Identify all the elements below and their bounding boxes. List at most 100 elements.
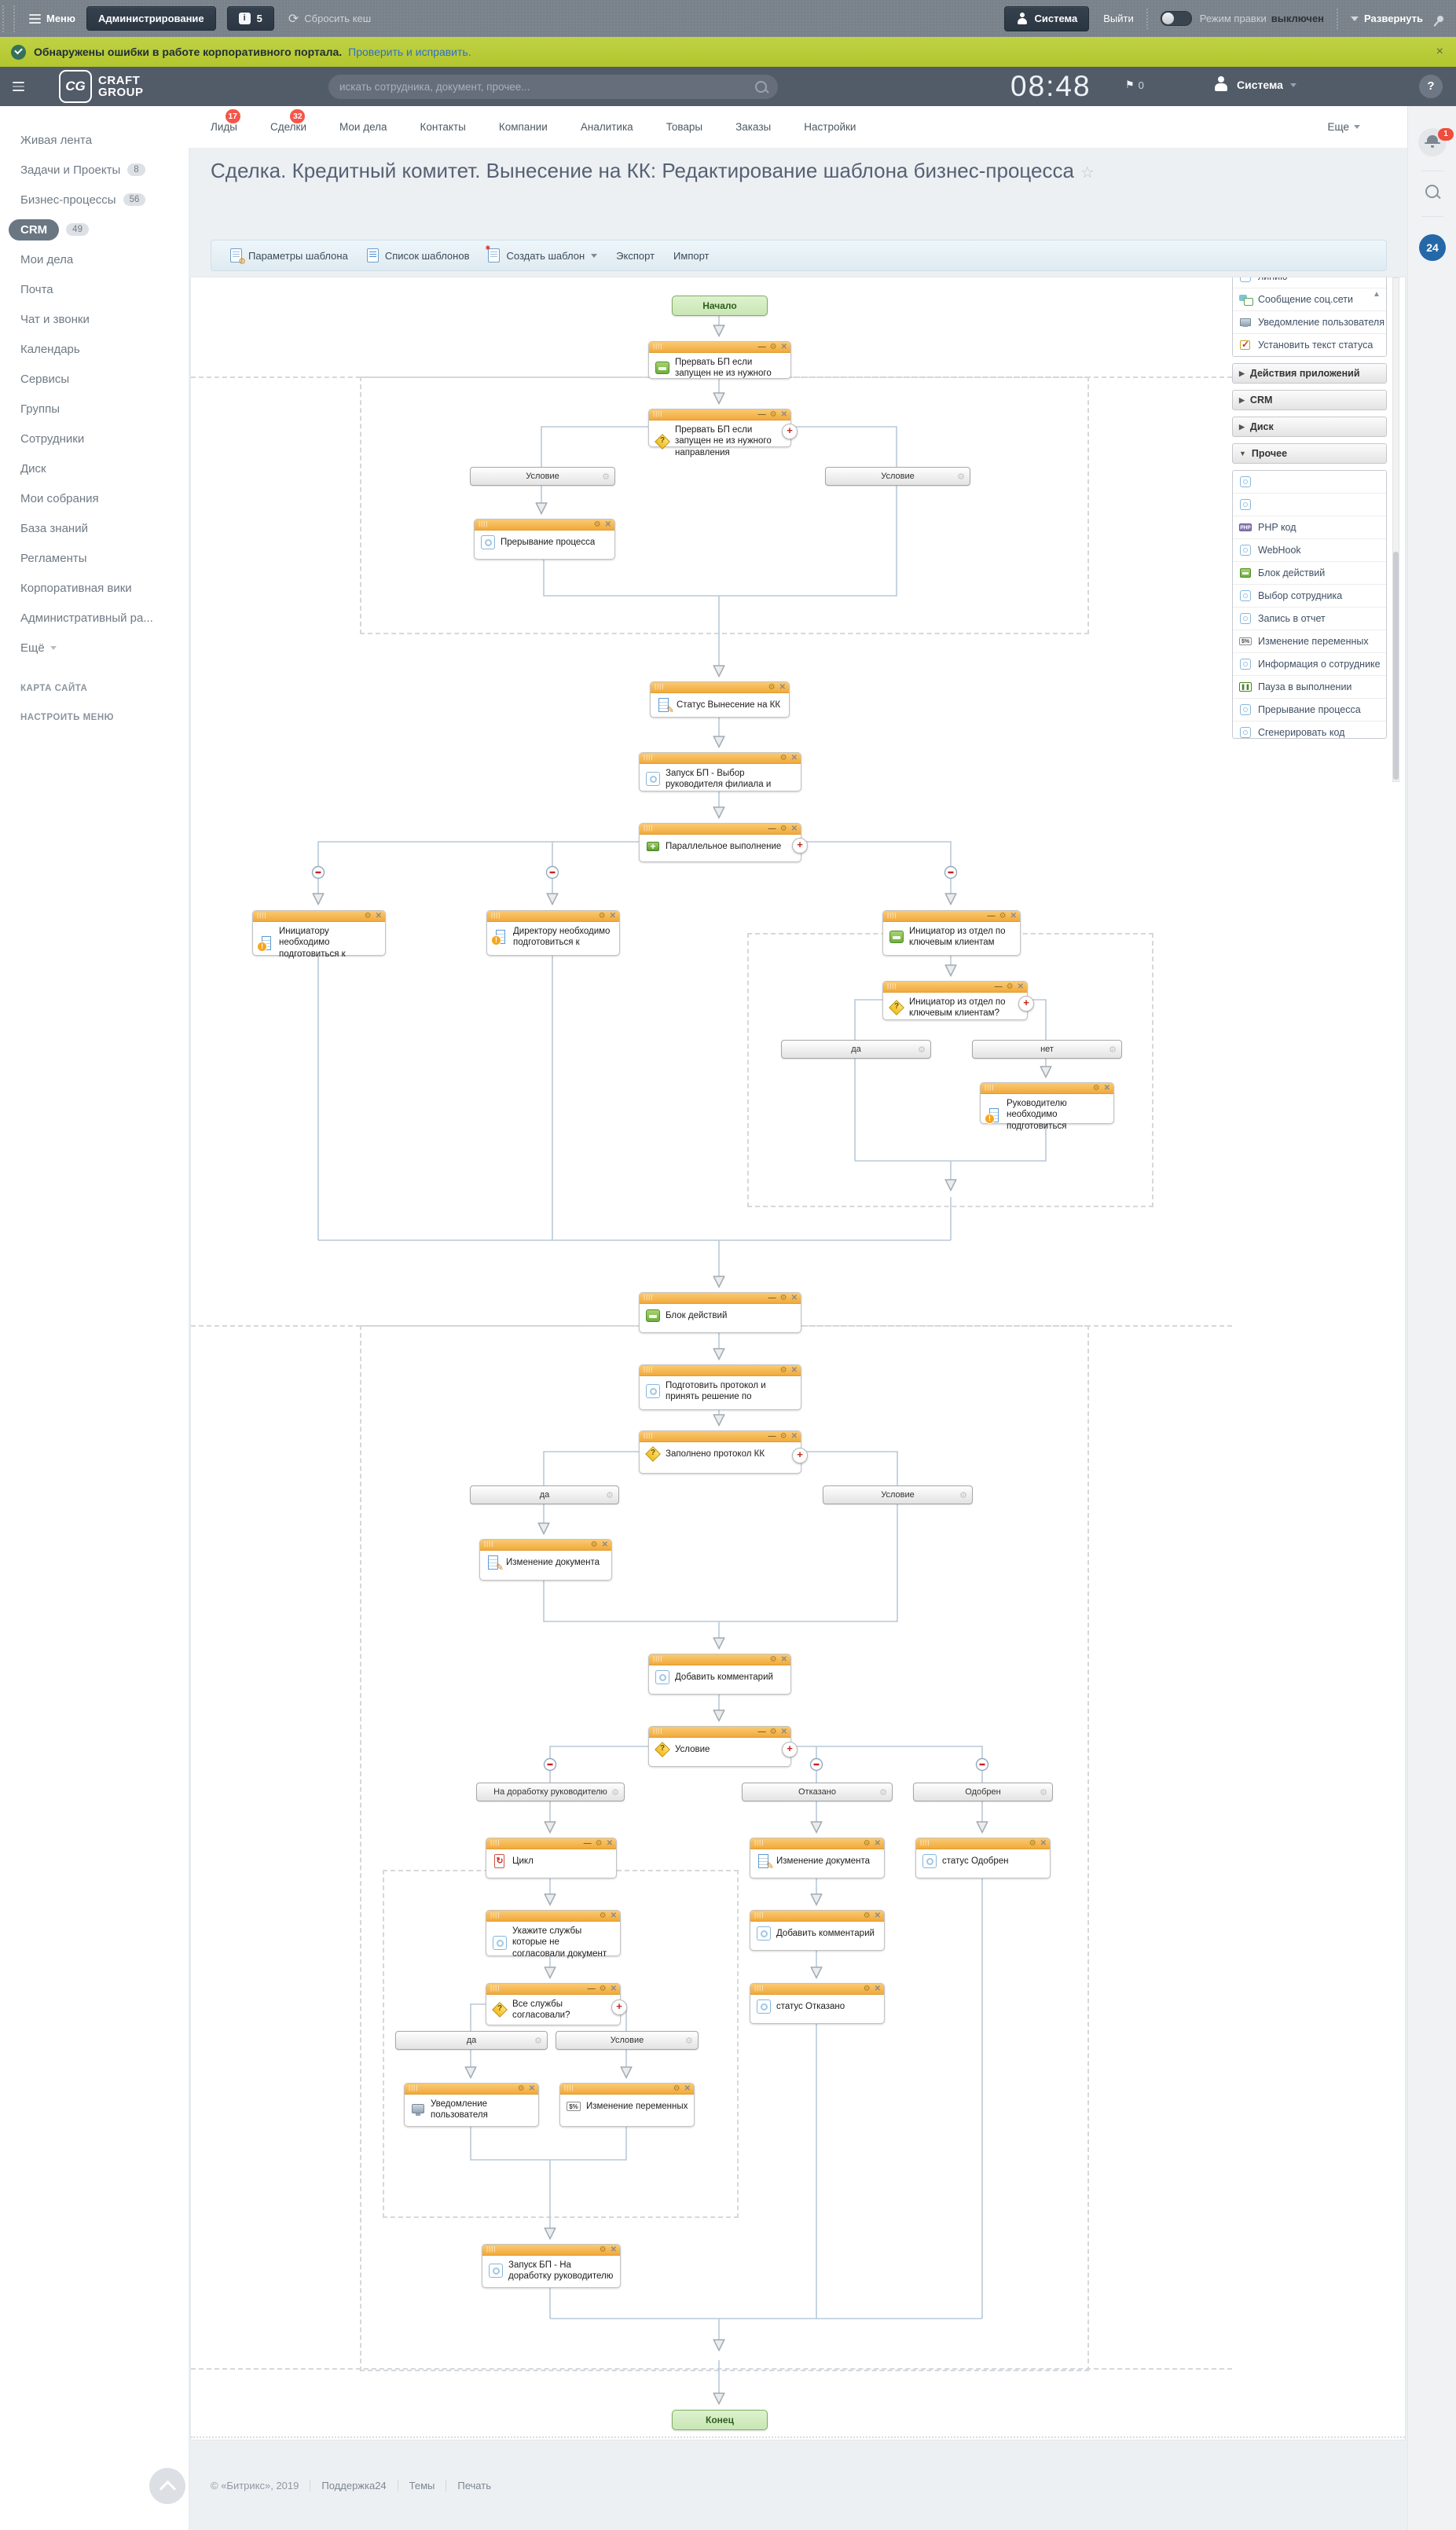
gear-icon[interactable]: ⚙ — [780, 753, 787, 763]
sidebar-item[interactable]: Группы — [0, 394, 189, 424]
branch-pill[interactable]: Условие⚙ — [556, 2031, 699, 2050]
reset-cache-button[interactable]: ⟳ Сбросить кеш — [288, 11, 371, 27]
close-icon[interactable]: ✕ — [1010, 911, 1017, 921]
nav-tab-1[interactable]: Лиды17 — [211, 121, 237, 133]
sidebar-link[interactable]: КАРТА САЙТА — [0, 674, 189, 703]
flow-node[interactable]: ||||—⚙✕Прервать БП если запущен не из ну… — [648, 409, 791, 447]
gear-icon[interactable]: ⚙ — [673, 2084, 680, 2094]
info-counter-button[interactable]: i 5 — [227, 6, 274, 31]
drag-handle-icon[interactable]: |||| — [257, 912, 266, 919]
nav-tab-9[interactable]: Настройки — [804, 121, 856, 133]
close-icon[interactable]: ✕ — [602, 1540, 608, 1550]
minimize-icon[interactable]: — — [768, 1293, 776, 1303]
flow-node[interactable]: ||||⚙✕Изменение документа — [479, 1539, 612, 1581]
work-clock[interactable]: 08:48 — [1010, 70, 1091, 103]
drag-handle-icon[interactable]: |||| — [484, 1540, 493, 1548]
close-icon[interactable]: ✕ — [781, 409, 787, 420]
gear-icon[interactable]: ⚙ — [1040, 1787, 1047, 1797]
gear-icon[interactable]: ⚙ — [918, 1045, 926, 1055]
palette-item[interactable]: Сгенерировать код — [1233, 721, 1386, 739]
branch-pill[interactable]: да⚙ — [395, 2031, 548, 2050]
gear-icon[interactable]: ⚙ — [365, 911, 372, 921]
drag-handle-icon[interactable]: |||| — [887, 912, 897, 919]
gear-icon[interactable]: ⚙ — [600, 1984, 607, 1994]
flow-node-terminal[interactable]: Начало — [672, 296, 768, 316]
gear-icon[interactable]: ⚙ — [685, 2036, 693, 2046]
flow-node[interactable]: ||||⚙✕статус Одобрен — [915, 1838, 1051, 1878]
close-icon[interactable]: × — [1436, 45, 1443, 59]
close-icon[interactable]: ✕ — [611, 1984, 617, 1994]
flow-node[interactable]: ||||⚙✕Прерывание процесса — [474, 519, 615, 560]
branch-pill[interactable]: да⚙ — [781, 1040, 931, 1059]
gear-icon[interactable]: ⚙ — [1029, 1838, 1036, 1849]
flow-node[interactable]: ||||⚙✕Статус Вынесение на КК — [650, 681, 790, 718]
edit-mode-toggle[interactable] — [1161, 11, 1192, 26]
sidebar-item[interactable]: Сотрудники — [0, 424, 189, 453]
drag-handle-icon[interactable]: |||| — [985, 1084, 994, 1091]
scrollbar-thumb[interactable] — [1393, 552, 1399, 780]
sidebar-item[interactable]: Почта — [0, 274, 189, 304]
sidebar-item[interactable]: Задачи и Проекты8 — [0, 155, 189, 185]
branch-pill[interactable]: нет⚙ — [972, 1040, 1122, 1059]
minimize-icon[interactable]: — — [758, 409, 766, 420]
flow-node[interactable]: ||||—⚙✕Инициатор из отдел по ключевым кл… — [882, 981, 1028, 1020]
flow-node[interactable]: ||||⚙✕Уведомление пользователя — [404, 2083, 539, 2127]
sidebar-item[interactable]: База знаний — [0, 513, 189, 543]
drag-handle-icon[interactable]: |||| — [754, 1985, 764, 1992]
close-icon[interactable]: ✕ — [1104, 1083, 1110, 1093]
minimize-icon[interactable]: — — [758, 342, 766, 352]
nav-tab-2[interactable]: Сделки32 — [270, 121, 306, 133]
gear-icon[interactable]: ⚙ — [959, 1490, 967, 1500]
close-icon[interactable]: ✕ — [605, 520, 611, 530]
drag-handle-icon[interactable]: |||| — [754, 1839, 764, 1846]
nav-tab-8[interactable]: Заказы — [735, 121, 771, 133]
palette-scroll-up-icon[interactable]: ▲ — [1373, 290, 1381, 299]
palette-item[interactable]: Сообщение соц.сети — [1233, 288, 1386, 310]
palette-item[interactable]: PHP код — [1233, 516, 1386, 538]
pin-icon[interactable] — [1436, 14, 1444, 23]
palette-scrollbar[interactable] — [1392, 277, 1399, 782]
flow-node[interactable]: ||||⚙✕Запуск БП - На доработку руководит… — [482, 2244, 621, 2288]
palette-item[interactable]: Пауза в выполнении — [1233, 675, 1386, 698]
flow-node-terminal[interactable]: Конец — [672, 2410, 768, 2430]
close-icon[interactable]: ✕ — [791, 824, 798, 834]
close-icon[interactable]: ✕ — [611, 2245, 617, 2255]
toolbar-import-button[interactable]: Импорт — [673, 250, 709, 262]
search-icon[interactable] — [755, 81, 767, 93]
add-activity-button[interactable]: + — [792, 838, 808, 854]
footer-link[interactable]: Поддержка24 — [310, 2480, 397, 2491]
add-activity-button[interactable]: + — [611, 1999, 627, 2015]
gear-icon[interactable]: ⚙ — [768, 682, 776, 692]
toolbar-template-list-button[interactable]: Список шаблонов — [367, 248, 470, 263]
bp-designer-canvas[interactable]: Начало ||||—⚙✕Прервать БП если запущен не… — [190, 277, 1406, 2440]
drag-handle-icon[interactable]: |||| — [644, 754, 653, 761]
flow-node[interactable]: ||||⚙✕Добавить комментарий — [750, 1910, 885, 1951]
nav-more-button[interactable]: Еще — [1328, 121, 1360, 133]
minimize-icon[interactable]: — — [768, 824, 776, 834]
drag-handle-icon[interactable]: |||| — [479, 520, 488, 527]
drag-handle-icon[interactable]: |||| — [490, 1839, 500, 1846]
palette-item[interactable]: линию — [1233, 277, 1386, 288]
drag-handle-icon[interactable]: |||| — [490, 1985, 500, 1992]
palette-item[interactable]: Изменение переменных — [1233, 630, 1386, 652]
branch-pill[interactable]: да⚙ — [470, 1485, 619, 1504]
gear-icon[interactable]: ⚙ — [864, 1911, 871, 1921]
close-icon[interactable]: ✕ — [791, 1365, 798, 1375]
sidebar-item[interactable]: Мои дела — [0, 244, 189, 274]
drag-handle-icon[interactable]: |||| — [653, 1655, 662, 1662]
flag-counter[interactable]: ⚑ 0 — [1125, 79, 1144, 91]
drag-handle-icon[interactable]: |||| — [486, 2245, 496, 2253]
palette-section-header[interactable]: ▶Действия приложений — [1232, 363, 1387, 384]
palette-item[interactable]: Информация о сотруднике — [1233, 652, 1386, 675]
search-icon[interactable] — [1425, 185, 1439, 198]
menu-button[interactable]: Меню — [29, 13, 75, 24]
flow-node[interactable]: ||||—⚙✕Блок действий — [639, 1292, 801, 1333]
sidebar-item[interactable]: Мои собрания — [0, 483, 189, 513]
drag-handle-icon[interactable]: |||| — [644, 824, 653, 832]
flow-node[interactable]: ||||⚙✕Изменение переменных — [559, 2083, 695, 2127]
gear-icon[interactable]: ⚙ — [780, 824, 787, 834]
drag-handle-icon[interactable]: |||| — [644, 1294, 653, 1301]
nav-tab-7[interactable]: Товары — [666, 121, 702, 133]
close-icon[interactable]: ✕ — [781, 1727, 787, 1737]
close-icon[interactable]: ✕ — [1040, 1838, 1047, 1849]
